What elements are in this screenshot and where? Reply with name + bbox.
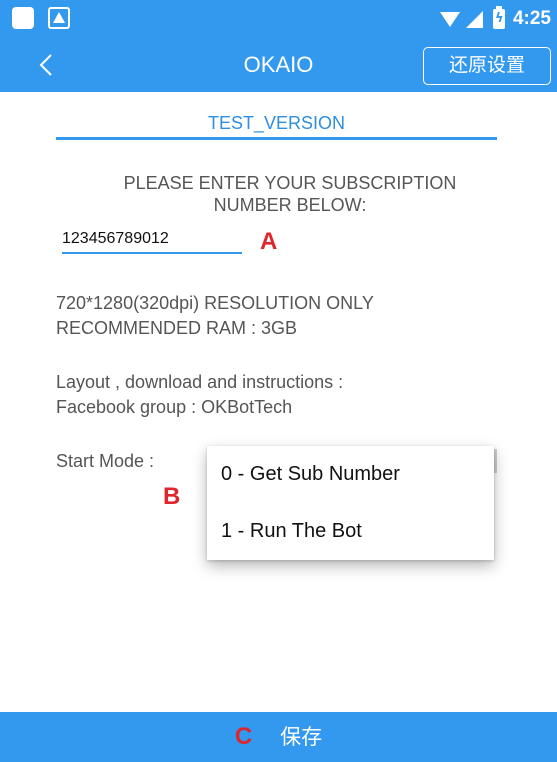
save-button[interactable]: C 保存 [0,712,557,762]
requirements-notes: 720*1280(320dpi) RESOLUTION ONLY RECOMME… [56,291,526,341]
start-mode-label: Start Mode : [56,451,155,471]
subscription-number-input[interactable] [62,226,242,254]
wifi-icon [439,11,460,27]
start-mode-dropdown: 0 - Get Sub Number 1 - Run The Bot [207,446,494,560]
resolution-note: 720*1280(320dpi) RESOLUTION ONLY [56,293,374,313]
marker-a: A [260,228,278,255]
app-bar: OKAIO 还原设置 [0,38,557,92]
status-bar: ϟ 4:25 [0,0,557,38]
app-square-icon [12,7,34,29]
save-text: 保存 [280,725,323,749]
dropdown-option-get-sub-number[interactable]: 0 - Get Sub Number [221,463,400,486]
instruction-line-1: PLEASE ENTER YOUR SUBSCRIPTION [123,173,457,193]
version-underline [56,137,497,140]
status-icons: ϟ 4:25 [439,6,551,32]
ram-note: RECOMMENDED RAM : 3GB [56,318,298,338]
info-notes: Layout , download and instructions : Fac… [56,370,526,420]
notification-icon [48,7,70,29]
back-button[interactable] [32,38,72,92]
signal-icon [465,10,483,28]
marker-b: B [163,483,181,510]
layout-note: Layout , download and instructions : [56,372,344,392]
version-label: TEST_VERSION [207,113,346,133]
dropdown-option-run-the-bot[interactable]: 1 - Run The Bot [221,520,362,543]
battery-icon: ϟ [492,6,505,29]
reset-settings-button[interactable]: 还原设置 [423,47,551,85]
facebook-note: Facebook group : OKBotTech [56,397,293,417]
subscription-instruction: PLEASE ENTER YOUR SUBSCRIPTION NUMBER BE… [60,172,520,216]
status-time: 4:25 [512,8,551,29]
chevron-left-icon [39,54,52,76]
instruction-line-2: NUMBER BELOW: [213,195,367,215]
marker-c: C [234,723,253,750]
save-label: C 保存 [0,712,557,762]
